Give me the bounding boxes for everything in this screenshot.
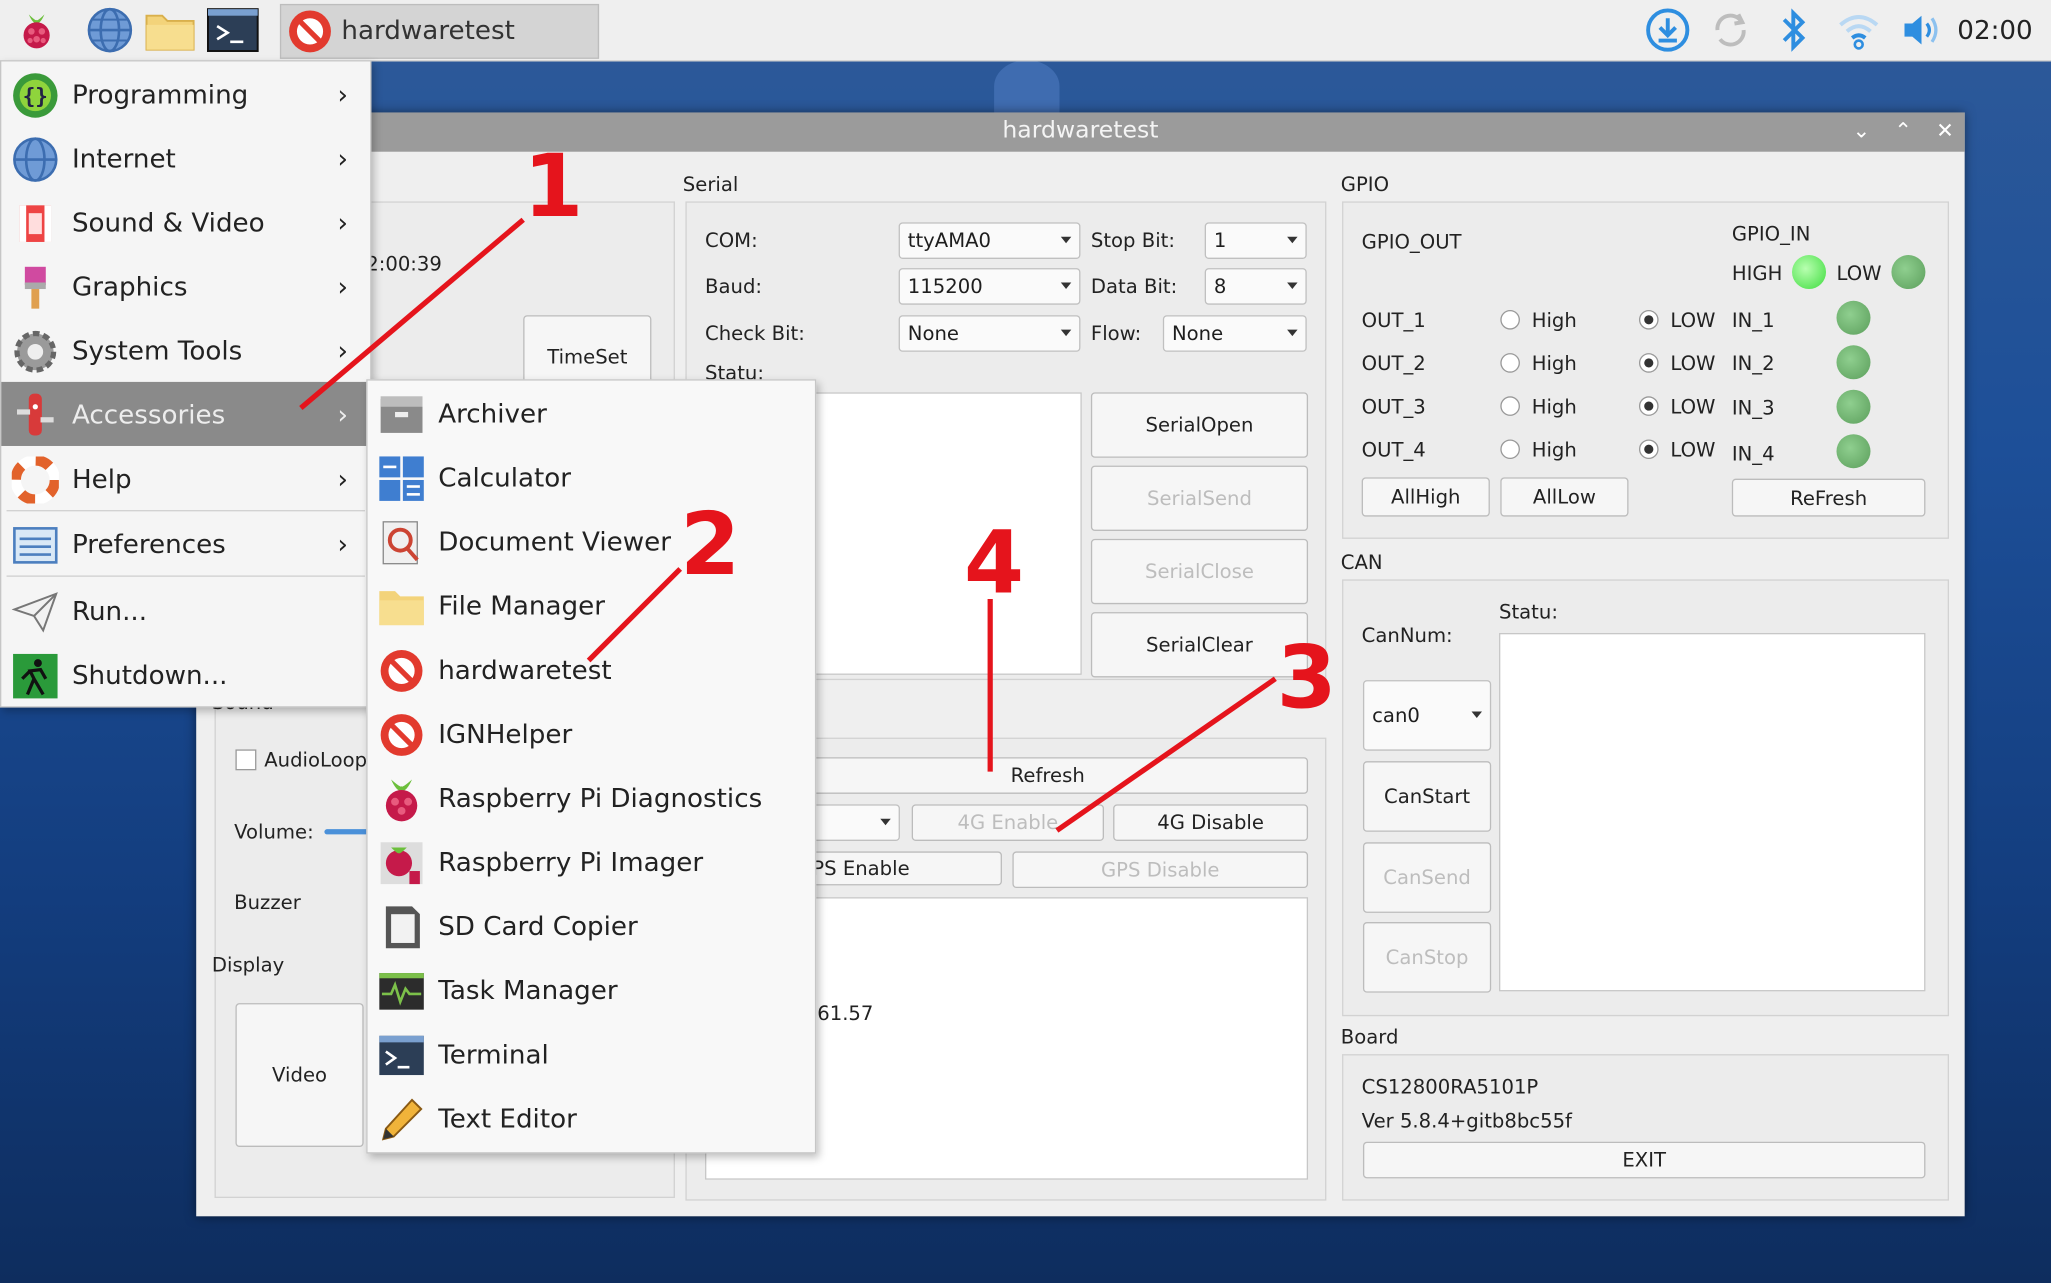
- annotation-line-1: [299, 217, 525, 411]
- annotation-number-3: 3: [1276, 627, 1337, 729]
- annotation-line-3: [1055, 676, 1277, 833]
- annotation-number-1: 1: [523, 136, 584, 237]
- annotation-line-2: [586, 567, 683, 663]
- annotation-lines: [299, 217, 1277, 833]
- annotation-number-2: 2: [680, 494, 741, 596]
- desktop: hardwaretest 02:00 hardwaretest ⌄ ⌃ ✕ 2:…: [0, 0, 2051, 1283]
- annotation-number-4: 4: [964, 512, 1025, 614]
